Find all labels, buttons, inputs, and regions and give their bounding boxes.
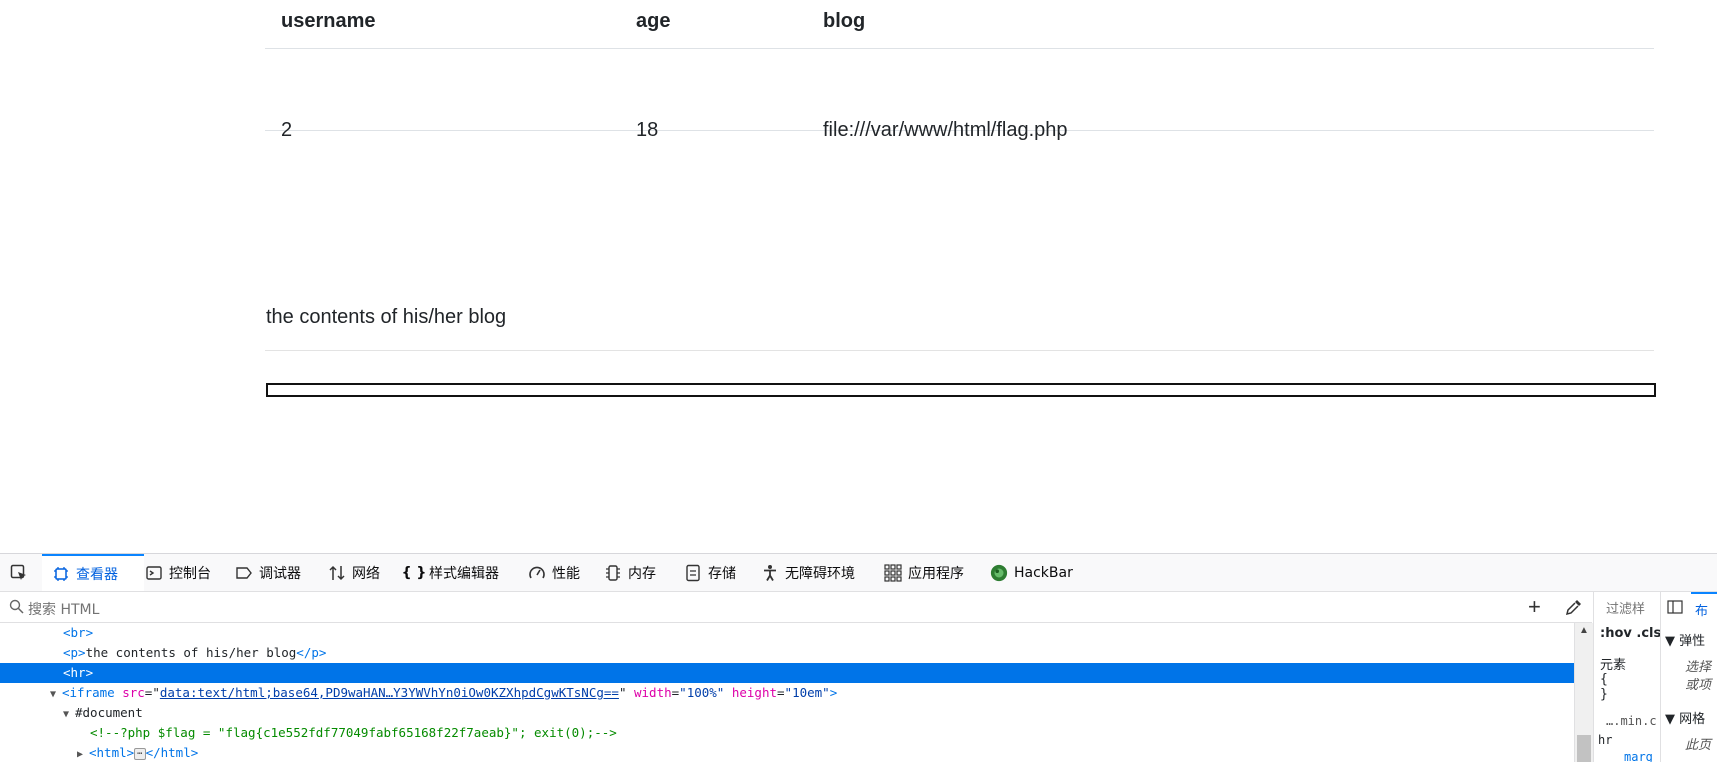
markup-node-document[interactable]: ▼ #document (0, 703, 1574, 723)
header-age: age (636, 10, 671, 32)
search-input[interactable]: 搜索 HTML (28, 599, 99, 619)
tab-debugger[interactable]: 调试器 (235, 554, 301, 591)
tab-label: 样式编辑器 (429, 565, 499, 582)
tab-accessibility[interactable]: 无障碍环境 (761, 554, 855, 591)
blog-iframe[interactable] (266, 383, 1656, 397)
iframe-src-link[interactable]: data:text/html;base64,PD9waHAN…Y3YWVhYn0… (160, 685, 619, 700)
rules-panel: 过滤样 :hov .cls 元素 { } ….min.c hr marg (1593, 592, 1660, 762)
console-icon (145, 564, 163, 582)
tab-performance[interactable]: 性能 (528, 554, 580, 591)
expand-triangle-icon[interactable]: ▼ (63, 705, 75, 725)
header-username: username (281, 10, 376, 32)
debugger-icon (235, 564, 253, 582)
web-page: username age blog 2 18 file:///var/www/h… (0, 0, 1717, 553)
hr-rule-selector: hr (1598, 733, 1613, 747)
cell-username: 2 (281, 119, 293, 141)
grid-section[interactable]: ▼ 网格 (1665, 708, 1705, 727)
element-rule-label: 元素 (1600, 658, 1627, 673)
tab-storage[interactable]: 存储 (684, 554, 736, 591)
tab-label: 控制台 (169, 565, 211, 582)
element-picker-button[interactable] (10, 554, 28, 591)
devtools-panel: 查看器 控制台 调试器 网络 { } 样式编辑器 性能 内存 存储 无障碍环境 … (0, 553, 1717, 762)
cell-age: 18 (636, 119, 659, 141)
markup-node-br[interactable]: <br> (0, 623, 1574, 643)
tab-label: 存储 (708, 565, 736, 582)
tab-label: HackBar (1014, 564, 1073, 581)
scrollbar-thumb[interactable] (1577, 735, 1591, 762)
storage-icon (684, 564, 702, 582)
gauge-icon (528, 564, 546, 582)
tab-hackbar[interactable]: HackBar (990, 554, 1073, 591)
blog-contents-heading: the contents of his/her blog (266, 306, 507, 328)
markup-node-html[interactable]: ▶ <html> ⋯ </html> (0, 743, 1574, 762)
braces-icon: { } (401, 564, 427, 581)
scroll-up-icon[interactable]: ▲ (1579, 625, 1589, 636)
markup-scrollbar[interactable]: ▲ (1574, 623, 1593, 762)
collapse-triangle-icon[interactable]: ▶ (77, 745, 89, 762)
tab-network[interactable]: 网络 (328, 554, 380, 591)
tab-style-editor[interactable]: { } 样式编辑器 (401, 554, 499, 591)
flexbox-section[interactable]: ▼ 弹性 (1665, 630, 1705, 649)
inspector-icon (52, 565, 70, 583)
hackbar-logo-icon (990, 564, 1008, 582)
accessibility-person-icon (761, 564, 779, 582)
devtools-toolbar: 查看器 控制台 调试器 网络 { } 样式编辑器 性能 内存 存储 无障碍环境 … (0, 554, 1717, 592)
expand-triangle-icon[interactable]: ▼ (50, 685, 62, 705)
margin-property[interactable]: marg (1624, 750, 1653, 762)
filter-styles-input[interactable]: 过滤样 (1606, 598, 1645, 617)
ellipsis-icon[interactable]: ⋯ (134, 747, 146, 760)
search-icon (9, 599, 24, 617)
markup-node-iframe[interactable]: ▼ <iframe src="data:text/html;base64,PD9w… (0, 683, 1574, 703)
tab-application[interactable]: 应用程序 (884, 554, 964, 591)
sidebar-toggle-icon[interactable] (1667, 600, 1683, 618)
table-row: 2 18 file:///var/www/html/flag.php (265, 49, 1654, 141)
horizontal-rule (265, 350, 1654, 351)
add-node-button[interactable]: + (1528, 594, 1541, 620)
tab-label: 应用程序 (908, 565, 964, 582)
pseudo-class-toggle[interactable]: :hov .cls (1600, 626, 1660, 641)
network-arrows-icon (328, 564, 346, 582)
element-picker-icon (10, 564, 28, 582)
tab-console[interactable]: 控制台 (145, 554, 211, 591)
grid-apps-icon (884, 563, 902, 582)
header-blog: blog (823, 10, 866, 32)
html-search-bar: 搜索 HTML + (0, 592, 1592, 623)
tab-label: 网络 (352, 565, 380, 582)
table-header-row: username age blog (265, 0, 1654, 49)
eyedropper-icon[interactable] (1565, 598, 1583, 619)
tab-label: 性能 (552, 565, 580, 582)
markup-node-hr-selected[interactable]: <hr> (0, 663, 1574, 683)
markup-node-p[interactable]: <p>the contents of his/her blog</p> (0, 643, 1574, 663)
markup-node-comment[interactable]: <!--?php $flag = "flag{c1e552fdf77049fab… (0, 723, 1574, 743)
tab-label: 查看器 (76, 566, 118, 583)
memory-chip-icon (604, 564, 622, 582)
markup-view: <br> <p>the contents of his/her blog</p>… (0, 623, 1574, 762)
tab-memory[interactable]: 内存 (604, 554, 656, 591)
tab-label: 内存 (628, 565, 656, 582)
tab-inspector[interactable]: 查看器 (42, 554, 144, 591)
stylesheet-source-link[interactable]: ….min.c (1606, 714, 1657, 728)
tab-layout[interactable]: 布 (1691, 592, 1717, 624)
cell-blog: file:///var/www/html/flag.php (823, 119, 1068, 141)
user-table: username age blog 2 18 file:///var/www/h… (265, 0, 1654, 141)
layout-panel: 布 ▼ 弹性 选择 或项 ▼ 网格 此页 (1660, 592, 1717, 762)
tab-label: 无障碍环境 (785, 565, 855, 582)
tab-label: 调试器 (259, 565, 301, 582)
